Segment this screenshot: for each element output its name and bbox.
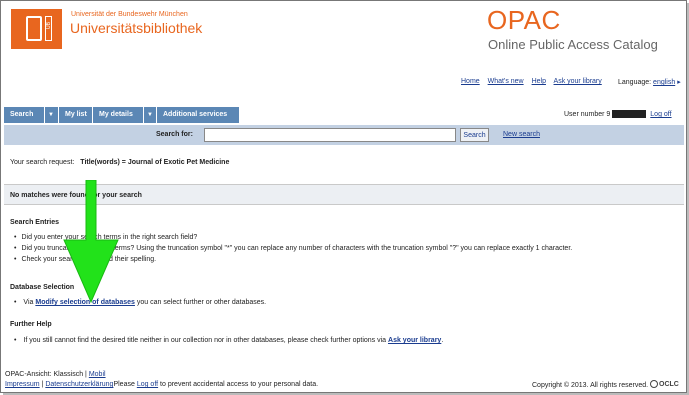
language-value[interactable]: english xyxy=(653,79,675,86)
language-selector: Language: english ▸ xyxy=(618,78,681,86)
search-entries-title: Search Entries xyxy=(10,219,60,226)
user-number-prefix: 9 xyxy=(606,110,611,118)
top-links: Home What's new Help Ask your library xyxy=(461,78,608,85)
ask-library-help-link[interactable]: Ask your library xyxy=(388,337,441,344)
whats-new-link[interactable]: What's new xyxy=(488,78,524,85)
app-subtitle: Online Public Access Catalog xyxy=(488,37,658,52)
footer-separator: | xyxy=(41,381,44,388)
user-number-label: User number xyxy=(564,110,605,118)
further-help-list: If you still cannot find the desired tit… xyxy=(14,335,443,346)
copyright: Copyright © 2013. All rights reserved. xyxy=(532,382,649,389)
list-item-text: you can select further or other database… xyxy=(136,299,267,306)
search-button[interactable]: Search xyxy=(460,128,489,142)
oclc-icon xyxy=(650,380,658,388)
user-info: User number 9 Log off xyxy=(564,110,672,118)
impressum-link[interactable]: Impressum xyxy=(5,381,40,388)
database-selection-list: Via Modify selection of databases you ca… xyxy=(14,297,266,308)
footer-please: Please xyxy=(113,381,135,388)
footer-logoff-note: to prevent accidental access to your per… xyxy=(160,381,319,388)
further-help-title: Further Help xyxy=(10,321,52,328)
list-item-text: . xyxy=(441,337,444,344)
chevron-down-icon: ▼ xyxy=(147,112,153,118)
language-caret-icon[interactable]: ▸ xyxy=(677,79,681,86)
view-classic: Klassisch xyxy=(53,371,84,378)
search-bar: Search for: Search New search xyxy=(4,125,684,145)
logoff-link[interactable]: Log off xyxy=(650,111,671,118)
home-link[interactable]: Home xyxy=(461,78,480,85)
tab-search[interactable]: Search xyxy=(4,107,44,123)
footer-logoff-link[interactable]: Log off xyxy=(137,381,158,388)
footer-links: Impressum | DatenschutzerklärungPlease L… xyxy=(5,381,318,388)
oclc-text: OCLC xyxy=(659,380,679,388)
tab-my-details[interactable]: My details xyxy=(93,107,143,123)
library-name: Universitätsbibliothek xyxy=(70,20,203,36)
details-menu-button[interactable]: ▼ xyxy=(144,107,156,123)
view-label: OPAC-Ansicht: xyxy=(5,371,52,378)
search-menu-button[interactable]: ▼ xyxy=(45,107,58,123)
footer-separator: | xyxy=(85,371,87,378)
green-arrow-icon xyxy=(63,180,119,304)
search-request-label: Your search request: xyxy=(10,159,75,166)
view-switcher: OPAC-Ansicht: Klassisch | Mobil xyxy=(5,371,106,378)
chevron-down-icon: ▼ xyxy=(48,112,54,118)
search-request-query: Title(words) = Journal of Exotic Pet Med… xyxy=(80,159,230,166)
logo-mark: UB xyxy=(46,22,52,29)
library-logo[interactable]: UB xyxy=(11,9,62,49)
search-request: Your search request: Title(words) = Jour… xyxy=(10,159,229,166)
new-search-link[interactable]: New search xyxy=(503,131,540,138)
redacted-user-number xyxy=(612,110,647,118)
oclc-logo[interactable]: OCLC xyxy=(650,380,679,388)
tab-my-list[interactable]: My list xyxy=(59,107,92,123)
tab-additional-services[interactable]: Additional services xyxy=(157,107,239,123)
app-title: OPAC xyxy=(487,5,561,35)
search-input[interactable] xyxy=(204,128,456,142)
help-link[interactable]: Help xyxy=(532,78,546,85)
list-item-text: Via xyxy=(23,299,34,306)
search-label: Search for: xyxy=(156,131,193,138)
privacy-link[interactable]: Datenschutzerklärung xyxy=(45,381,113,388)
university-name: Universität der Bundeswehr München xyxy=(71,11,188,18)
list-item-text: If you still cannot find the desired tit… xyxy=(23,337,387,344)
view-mobile-link[interactable]: Mobil xyxy=(89,371,106,378)
list-item: If you still cannot find the desired tit… xyxy=(14,335,443,346)
ask-library-link[interactable]: Ask your library xyxy=(554,78,602,85)
language-label: Language: xyxy=(618,79,652,86)
book-icon xyxy=(26,16,42,41)
list-item: Via Modify selection of databases you ca… xyxy=(14,297,266,308)
